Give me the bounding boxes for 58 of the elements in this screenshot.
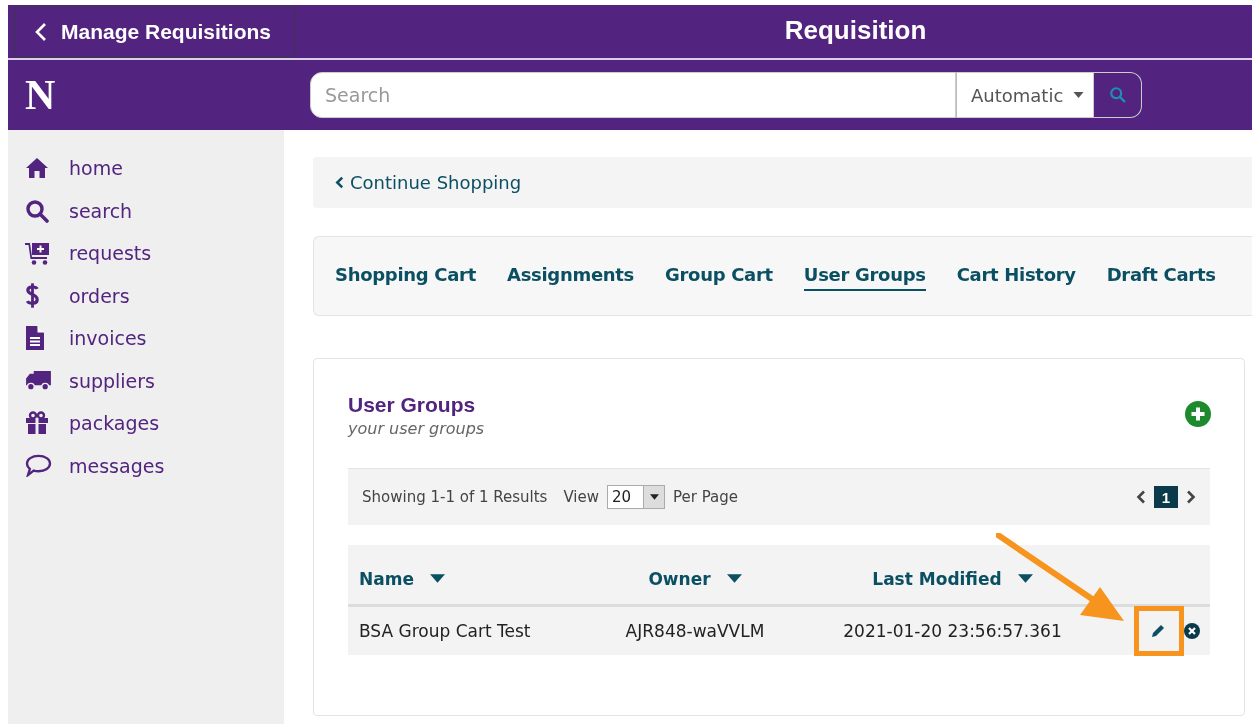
- cart-icon: [25, 241, 51, 266]
- view-label: View: [563, 488, 599, 506]
- column-header[interactable]: Last Modified: [800, 560, 1105, 589]
- sidebar-item[interactable]: messages: [8, 444, 284, 487]
- table-cell-text: BSA Group Cart Test: [358, 621, 532, 641]
- results-summary: Showing 1-1 of 1 Results: [362, 488, 548, 506]
- tab[interactable]: Assignments: [507, 263, 635, 291]
- pencil-icon: [1150, 623, 1166, 639]
- search-field[interactable]: Search: [310, 72, 956, 118]
- search-icon: [1108, 86, 1127, 104]
- logo[interactable]: N: [8, 71, 310, 119]
- column-header[interactable]: Name: [348, 560, 590, 589]
- home-icon: [25, 157, 49, 180]
- sidebar-item[interactable]: search: [8, 189, 284, 232]
- per-page-select[interactable]: 20: [607, 485, 665, 509]
- remove-button[interactable]: [1184, 623, 1200, 639]
- caret-down-icon: [429, 574, 445, 583]
- table-cell-text: 2021-01-20 23:56:57.361: [842, 621, 1063, 641]
- search-button[interactable]: [1094, 72, 1142, 118]
- tab[interactable]: Group Cart: [665, 263, 773, 291]
- table-cell-text: AJR848-waVVLM: [624, 621, 766, 641]
- tab[interactable]: Shopping Cart: [335, 263, 476, 291]
- caret-down-icon: [726, 574, 742, 583]
- sidebar-item[interactable]: requests: [8, 232, 284, 275]
- caret-down-icon: [649, 494, 659, 500]
- add-button[interactable]: [1185, 401, 1211, 427]
- close-circle-icon: [1184, 623, 1200, 639]
- page-number-button[interactable]: 1: [1154, 486, 1178, 508]
- dollar-icon: [25, 282, 40, 310]
- edit-button[interactable]: [1150, 623, 1166, 639]
- panel-title: User Groups: [348, 393, 477, 417]
- tab[interactable]: Cart History: [956, 263, 1076, 291]
- chevron-left-icon: [35, 21, 47, 42]
- sidebar-item[interactable]: suppliers: [8, 359, 284, 402]
- caret-down-icon: [1017, 574, 1033, 583]
- search-mode-dropdown[interactable]: Automatic: [956, 72, 1094, 118]
- gift-icon: [25, 411, 49, 436]
- search-icon: [25, 198, 49, 223]
- document-icon: [25, 325, 45, 352]
- column-header[interactable]: Owner: [590, 560, 800, 589]
- back-button[interactable]: Manage Requisitions: [14, 6, 295, 57]
- per-page-label: Per Page: [673, 488, 738, 506]
- sidebar-item[interactable]: home: [8, 147, 284, 190]
- chevron-left-icon: [335, 176, 344, 189]
- sidebar-item[interactable]: invoices: [8, 317, 284, 360]
- chat-icon: [25, 454, 52, 478]
- page-title: Requisition: [783, 15, 928, 46]
- tab[interactable]: User Groups: [803, 263, 926, 291]
- chevron-left-icon[interactable]: [1136, 490, 1146, 504]
- chevron-right-icon[interactable]: [1186, 490, 1196, 504]
- truck-icon: [25, 370, 52, 392]
- tab[interactable]: Draft Carts: [1106, 263, 1216, 291]
- caret-down-icon: [1073, 92, 1085, 98]
- sidebar-item[interactable]: packages: [8, 402, 284, 445]
- continue-shopping-link[interactable]: Continue Shopping: [335, 172, 522, 193]
- panel-subtitle: your user groups: [348, 419, 485, 438]
- sidebar-item[interactable]: orders: [8, 274, 284, 317]
- plus-circle-icon: [1185, 401, 1211, 427]
